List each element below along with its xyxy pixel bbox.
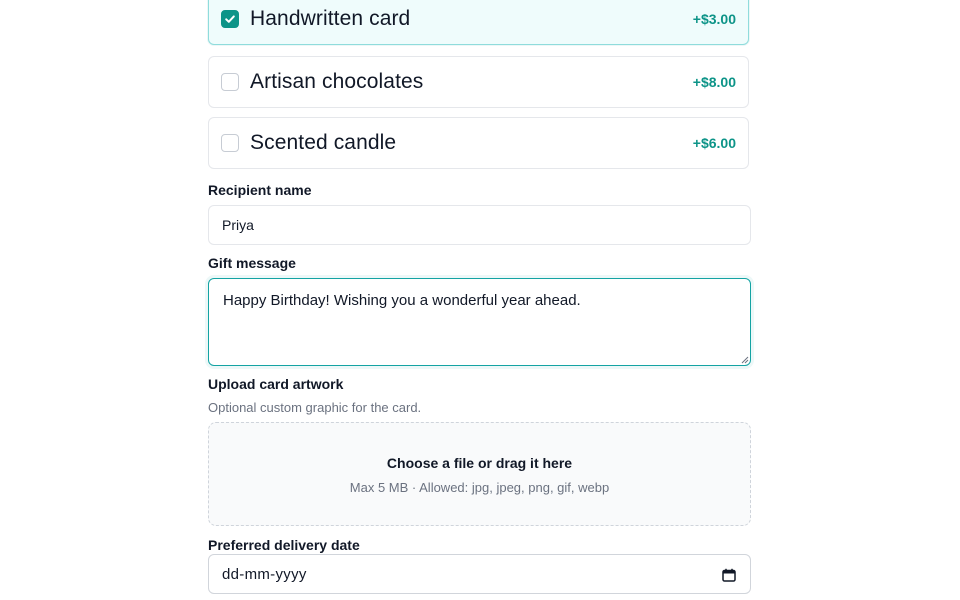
addon-checkbox-handwritten-card[interactable] (221, 10, 239, 28)
check-icon (225, 15, 235, 23)
addon-option-handwritten-card[interactable]: Handwritten card +$3.00 (208, 0, 749, 45)
dropzone-title: Choose a file or drag it here (386, 455, 573, 471)
resize-grip-icon[interactable] (739, 354, 749, 364)
addon-price: +$6.00 (692, 135, 736, 151)
gift-message-label: Gift message (208, 255, 296, 271)
delivery-date-label: Preferred delivery date (208, 537, 360, 553)
calendar-icon[interactable] (722, 568, 736, 582)
addon-checkbox-artisan-chocolates[interactable] (221, 73, 239, 91)
delivery-date-input[interactable]: dd-mm-yyyy (208, 554, 751, 594)
addon-checkbox-scented-candle[interactable] (221, 134, 239, 152)
addon-price: +$3.00 (692, 11, 736, 27)
recipient-name-input[interactable] (208, 205, 751, 245)
addon-price: +$8.00 (692, 74, 736, 90)
addon-option-scented-candle[interactable]: Scented candle +$6.00 (208, 117, 749, 169)
recipient-name-label: Recipient name (208, 182, 312, 198)
delivery-date-placeholder: dd-mm-yyyy (222, 566, 307, 583)
upload-artwork-label: Upload card artwork (208, 376, 344, 392)
addon-label: Scented candle (250, 131, 397, 154)
addon-label: Handwritten card (250, 7, 411, 30)
dropzone-subtitle: Max 5 MB · Allowed: jpg, jpeg, png, gif,… (349, 480, 610, 495)
file-dropzone[interactable]: Choose a file or drag it here Max 5 MB ·… (208, 422, 751, 526)
upload-artwork-helper: Optional custom graphic for the card. (208, 400, 422, 415)
addon-label: Artisan chocolates (250, 70, 424, 93)
gift-message-textarea[interactable]: Happy Birthday! Wishing you a wonderful … (208, 278, 751, 366)
addon-option-artisan-chocolates[interactable]: Artisan chocolates +$8.00 (208, 56, 749, 108)
gift-message-wrapper: Happy Birthday! Wishing you a wonderful … (208, 278, 751, 366)
